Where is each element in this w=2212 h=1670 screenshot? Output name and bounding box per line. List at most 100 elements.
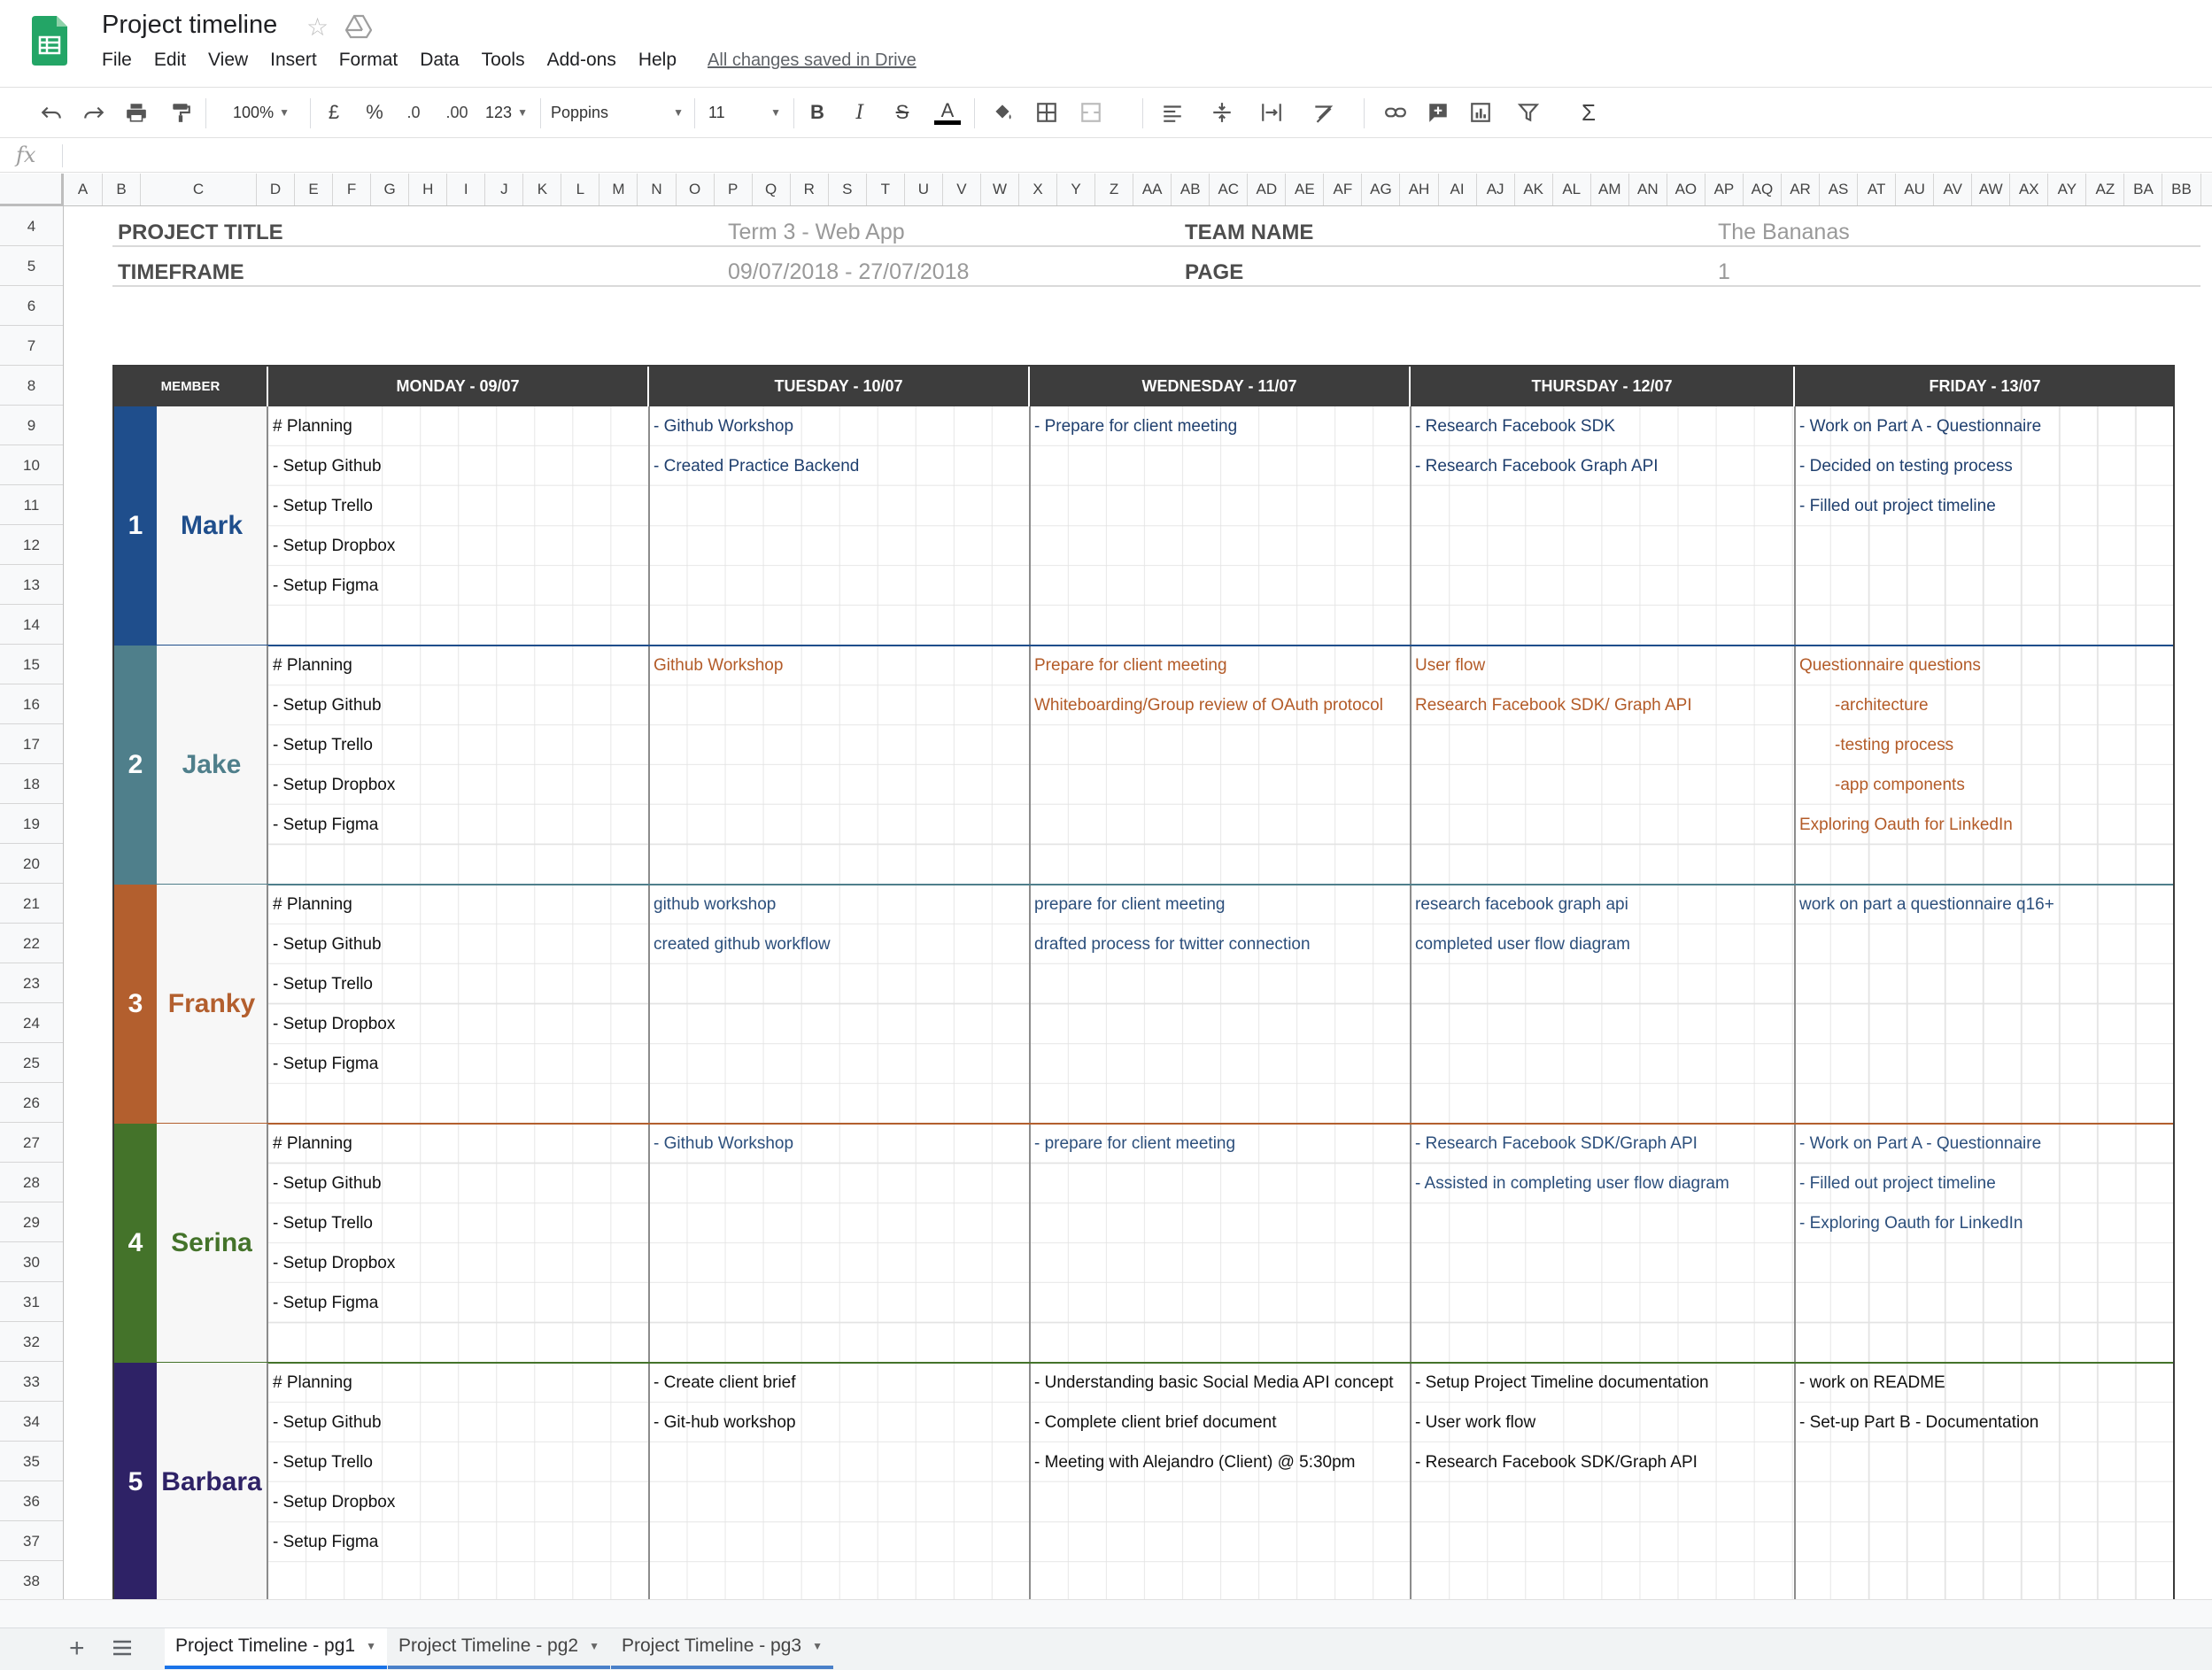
task-cell[interactable]: Questionnaire questions — [1799, 646, 2171, 685]
all-sheets-icon[interactable] — [110, 1635, 135, 1660]
sheets-logo-icon[interactable] — [32, 16, 67, 66]
column-label[interactable]: AE — [1286, 174, 1325, 205]
task-cell[interactable]: - Assisted in completing user flow diagr… — [1415, 1164, 1791, 1203]
row-label[interactable]: 19 — [0, 804, 63, 844]
select-all-corner[interactable] — [0, 174, 64, 206]
task-cell[interactable]: - Research Facebook SDK/Graph API — [1415, 1442, 1791, 1482]
italic-button[interactable]: I — [845, 97, 875, 128]
column-label[interactable]: AA — [1133, 174, 1172, 205]
task-cell[interactable]: completed user flow diagram — [1415, 924, 1791, 964]
row-label[interactable]: 30 — [0, 1242, 63, 1282]
task-cell[interactable]: - Research Facebook SDK/Graph API — [1415, 1124, 1791, 1164]
menu-addons[interactable]: Add-ons — [547, 50, 616, 76]
row-label[interactable]: 11 — [0, 485, 63, 525]
task-cell[interactable]: - Create client brief — [654, 1363, 1026, 1403]
member-number[interactable]: 3 — [114, 885, 157, 1124]
menu-view[interactable]: View — [208, 50, 248, 76]
row-label[interactable]: 22 — [0, 924, 63, 963]
task-cell[interactable]: - Setup Trello — [273, 964, 646, 1004]
task-cell[interactable]: - work on README — [1799, 1363, 2171, 1403]
percent-format-button[interactable]: % — [360, 97, 390, 128]
column-label[interactable]: W — [981, 174, 1019, 205]
sheet-tab-pg3[interactable]: Project Timeline - pg3 ▼ — [611, 1628, 833, 1669]
column-label[interactable]: Q — [753, 174, 791, 205]
task-cell[interactable]: - prepare for client meeting — [1034, 1124, 1407, 1164]
row-label[interactable]: 14 — [0, 605, 63, 645]
task-cell[interactable]: - Setup Dropbox — [273, 1482, 646, 1522]
document-title[interactable]: Project timeline — [102, 11, 277, 40]
bold-button[interactable]: B — [802, 97, 832, 128]
star-icon[interactable]: ☆ — [306, 12, 329, 42]
project-title-value[interactable]: Term 3 - Web App — [728, 220, 905, 245]
task-cell[interactable]: # Planning — [273, 406, 646, 446]
row-label[interactable]: 9 — [0, 406, 63, 445]
row-label[interactable]: 35 — [0, 1442, 63, 1481]
task-cell[interactable]: - Setup Github — [273, 924, 646, 964]
task-cell[interactable]: prepare for client meeting — [1034, 885, 1407, 924]
column-label[interactable]: AH — [1401, 174, 1439, 205]
task-cell[interactable]: - Setup Trello — [273, 1203, 646, 1243]
task-cell[interactable]: - Setup Dropbox — [273, 526, 646, 566]
task-cell[interactable]: - Setup Figma — [273, 566, 646, 606]
zoom-select[interactable]: 100% ▼ — [221, 97, 301, 128]
column-label[interactable]: K — [523, 174, 562, 205]
member-name[interactable]: Barbara — [157, 1363, 268, 1599]
column-label[interactable]: B — [103, 174, 141, 205]
row-label[interactable]: 25 — [0, 1043, 63, 1083]
column-label[interactable]: N — [638, 174, 677, 205]
task-cell[interactable]: - Prepare for client meeting — [1034, 406, 1407, 446]
row-label[interactable]: 38 — [0, 1561, 63, 1601]
column-label[interactable]: M — [599, 174, 638, 205]
task-cell[interactable]: -testing process — [1835, 725, 2171, 765]
currency-format-button[interactable]: £ — [319, 97, 349, 128]
task-cell[interactable]: # Planning — [273, 1124, 646, 1164]
menu-insert[interactable]: Insert — [270, 50, 317, 76]
font-size-select[interactable]: 11 ▼ — [708, 97, 781, 128]
column-label[interactable]: D — [257, 174, 296, 205]
row-label[interactable]: 12 — [0, 525, 63, 565]
member-name[interactable]: Mark — [157, 406, 268, 646]
column-label[interactable]: T — [867, 174, 905, 205]
task-cell[interactable]: github workshop — [654, 885, 1026, 924]
task-cell[interactable]: work on part a questionnaire q16+ — [1799, 885, 2171, 924]
page-value[interactable]: 1 — [1718, 259, 1730, 285]
task-cell[interactable]: - Work on Part A - Questionnaire — [1799, 406, 2171, 446]
task-cell[interactable]: Github Workshop — [654, 646, 1026, 685]
column-label[interactable]: AT — [1858, 174, 1897, 205]
row-label[interactable]: 5 — [0, 246, 63, 286]
spreadsheet-grid[interactable]: PROJECT TITLE Term 3 - Web App TEAM NAME… — [65, 206, 2212, 1599]
save-status-link[interactable]: All changes saved in Drive — [708, 50, 917, 76]
column-label[interactable]: AG — [1362, 174, 1401, 205]
task-cell[interactable]: - Setup Trello — [273, 1442, 646, 1482]
row-label[interactable]: 15 — [0, 645, 63, 684]
task-cell[interactable]: - Understanding basic Social Media API c… — [1034, 1363, 1407, 1403]
text-wrapping-icon[interactable] — [1250, 97, 1293, 128]
task-cell[interactable]: - Setup Github — [273, 1164, 646, 1203]
functions-button[interactable]: Σ — [1573, 97, 1605, 128]
column-label[interactable]: AQ — [1744, 174, 1782, 205]
column-label[interactable]: S — [829, 174, 867, 205]
row-label[interactable]: 10 — [0, 445, 63, 485]
more-formats-select[interactable]: 123 ▼ — [482, 97, 531, 128]
row-label[interactable]: 23 — [0, 963, 63, 1003]
task-cell[interactable]: Research Facebook SDK/ Graph API — [1415, 685, 1791, 725]
text-color-button[interactable]: A — [932, 97, 963, 128]
task-cell[interactable]: drafted process for twitter connection — [1034, 924, 1407, 964]
task-cell[interactable]: - Setup Figma — [273, 1522, 646, 1562]
menu-file[interactable]: File — [102, 50, 132, 76]
redo-icon[interactable] — [78, 97, 110, 128]
column-label[interactable]: U — [905, 174, 943, 205]
task-cell[interactable]: -architecture — [1835, 685, 2171, 725]
task-cell[interactable]: - Setup Dropbox — [273, 1243, 646, 1283]
row-label[interactable]: 27 — [0, 1123, 63, 1163]
task-cell[interactable]: - Filled out project timeline — [1799, 486, 2171, 526]
column-label[interactable]: AC — [1210, 174, 1249, 205]
task-cell[interactable]: created github workflow — [654, 924, 1026, 964]
column-label[interactable]: AD — [1248, 174, 1287, 205]
task-cell[interactable]: - Setup Trello — [273, 486, 646, 526]
text-rotation-icon[interactable] — [1302, 97, 1344, 128]
column-label[interactable]: BB — [2163, 174, 2201, 205]
task-cell[interactable]: - Setup Github — [273, 1403, 646, 1442]
timeframe-value[interactable]: 09/07/2018 - 27/07/2018 — [728, 259, 969, 285]
task-cell[interactable]: - Setup Project Timeline documentation — [1415, 1363, 1791, 1403]
